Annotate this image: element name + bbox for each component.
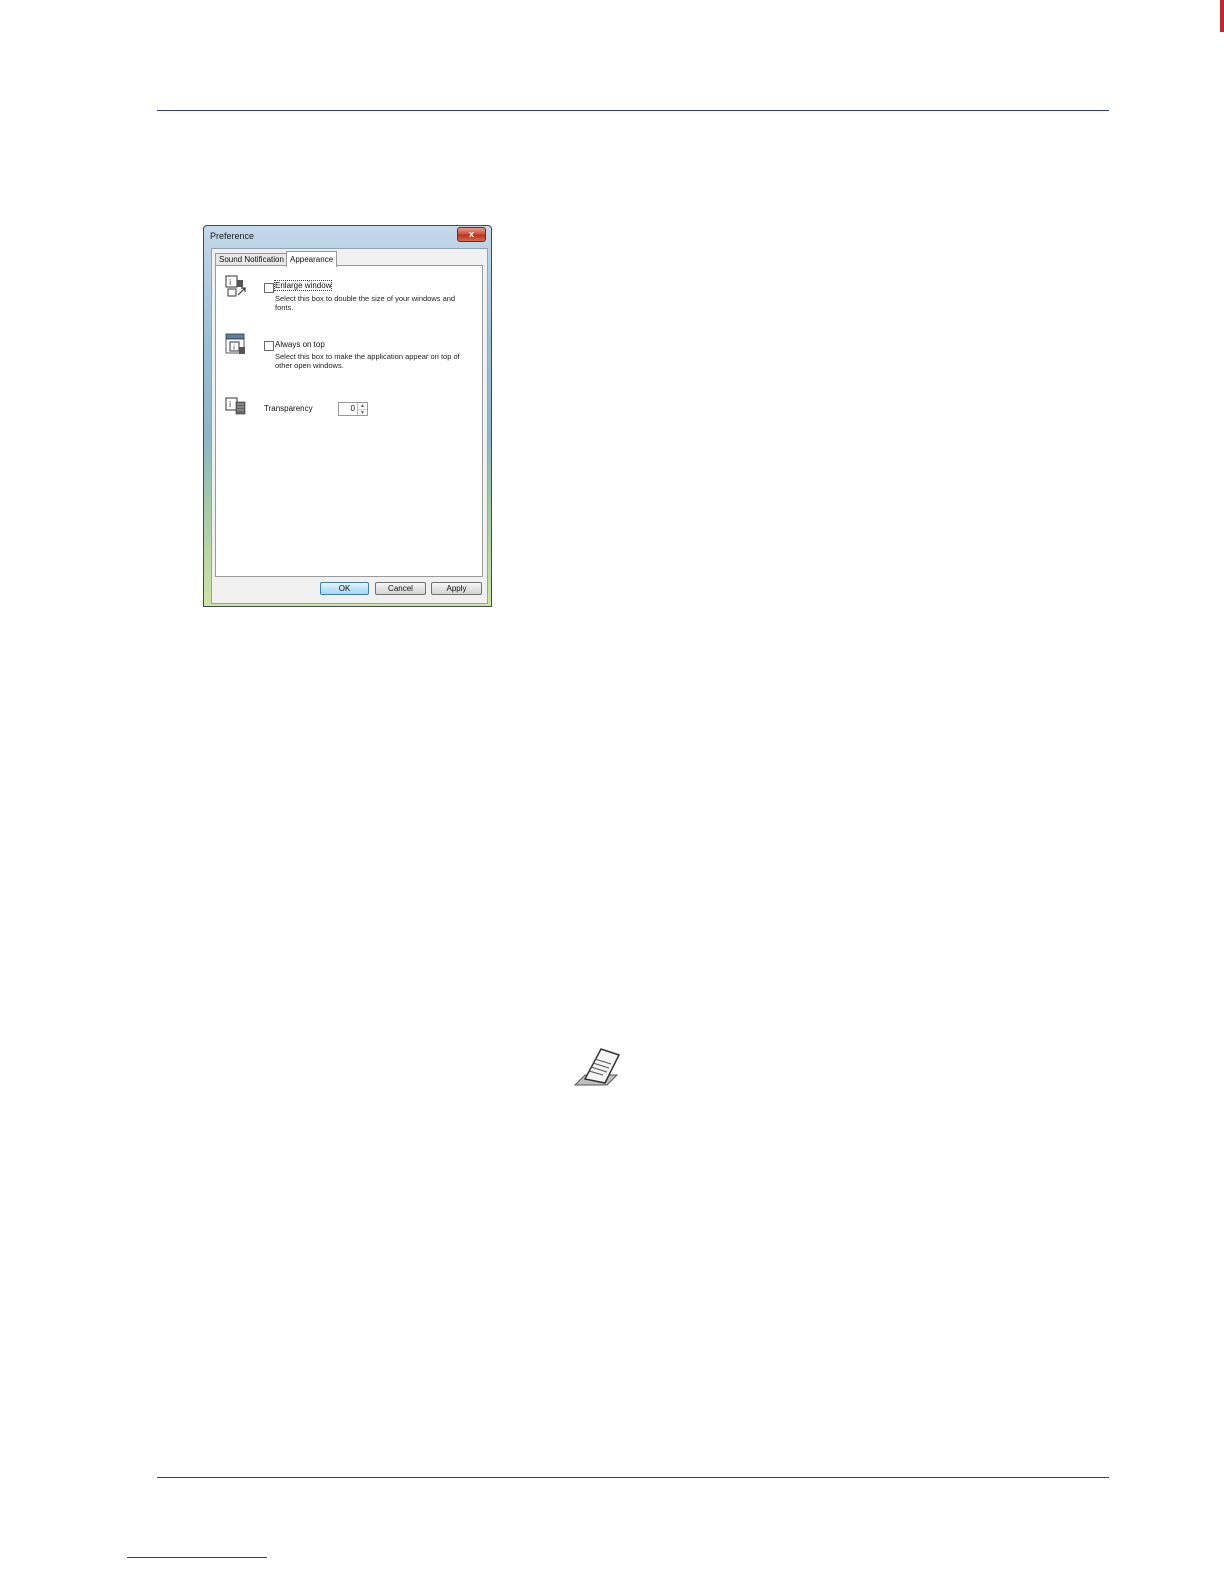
header-rule xyxy=(157,110,1109,111)
always-on-top-label[interactable]: Always on top xyxy=(275,340,325,349)
cancel-button[interactable]: Cancel xyxy=(375,582,426,595)
always-on-top-icon: i xyxy=(225,333,245,354)
always-on-top-checkbox[interactable] xyxy=(264,341,274,351)
appearance-panel: i Enlarge window Select this box to doub… xyxy=(215,265,483,577)
ok-button[interactable]: OK xyxy=(320,582,369,595)
svg-text:i: i xyxy=(233,344,235,352)
svg-text:i: i xyxy=(229,400,231,409)
stepper-down-icon[interactable]: ▼ xyxy=(358,410,367,416)
dialog-title: Preference xyxy=(210,231,255,241)
transparency-label: Transparency xyxy=(264,404,313,413)
tab-appearance[interactable]: Appearance xyxy=(286,251,338,267)
preference-dialog: Preference x Sound Notification Appearan… xyxy=(203,225,492,607)
transparency-value: 0 xyxy=(350,404,355,413)
stepper-up-icon[interactable]: ▲ xyxy=(358,403,367,410)
svg-text:i: i xyxy=(229,278,231,287)
note-icon xyxy=(573,1048,621,1086)
close-button[interactable]: x xyxy=(457,227,486,242)
enlarge-window-description: Select this box to double the size of yo… xyxy=(275,294,456,312)
footer-rule xyxy=(157,1477,1109,1478)
apply-button[interactable]: Apply xyxy=(431,582,482,595)
enlarge-window-label[interactable]: Enlarge window xyxy=(273,280,333,291)
enlarge-window-checkbox[interactable] xyxy=(264,283,274,293)
close-icon: x xyxy=(468,229,474,239)
stepper-buttons: ▲ ▼ xyxy=(357,403,367,416)
dialog-client: Sound Notification Appearance i Enlarge … xyxy=(211,248,488,604)
enlarge-window-icon: i xyxy=(225,275,246,297)
footer-link-underline xyxy=(127,1557,267,1558)
dialog-titlebar[interactable]: Preference x xyxy=(204,226,491,248)
transparency-stepper[interactable]: 0 ▲ ▼ xyxy=(338,402,368,416)
page-edge-mark xyxy=(1220,0,1224,32)
always-on-top-description: Select this box to make the application … xyxy=(275,352,460,370)
transparency-icon: i xyxy=(225,397,246,415)
